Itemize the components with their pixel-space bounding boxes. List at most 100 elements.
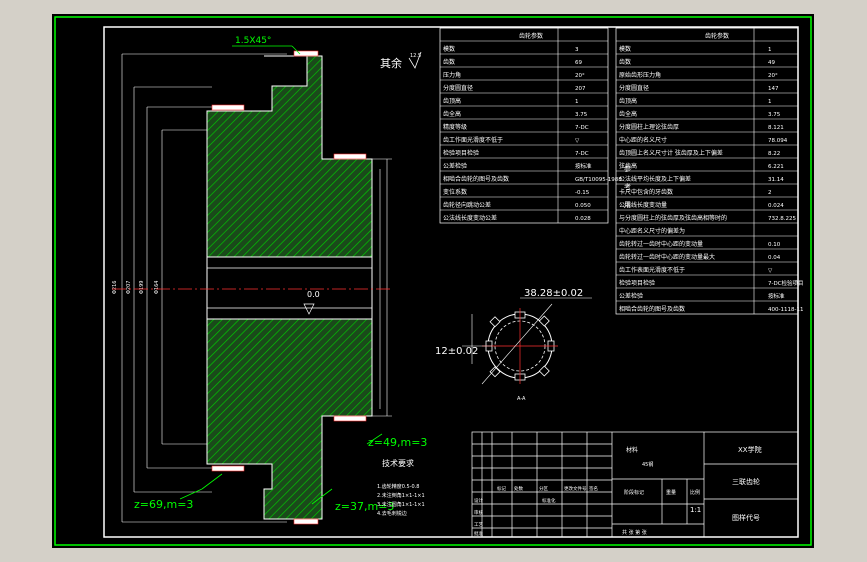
side-label: 考 (624, 183, 631, 191)
material: 45钢 (642, 461, 653, 468)
company: XX学院 (738, 445, 762, 454)
table-cell-value: ▽ (575, 138, 580, 144)
gear-label-z49: z=49,m=3 (368, 436, 427, 449)
table-cell-value: 147 (768, 86, 779, 92)
dim-spline-od: 38.28±0.02 (524, 288, 583, 299)
table-cell-label: 齿顶高 (443, 97, 461, 105)
table-cell-label: 相啮合齿轮的图号及齿数 (443, 175, 509, 183)
table-cell-value: 69 (575, 60, 582, 66)
table-cell-value: 7-DC检验项目 (768, 279, 804, 287)
table-cell-value: 0.04 (768, 255, 781, 261)
ratio-label: 比例 (690, 489, 700, 496)
table-cell-value: 7-DC (575, 151, 589, 157)
tech-line: 4.去毛刺锐边 (377, 510, 407, 517)
table-cell-value: 2 (768, 190, 772, 196)
table-cell-value: -0.15 (575, 190, 590, 196)
svg-text:工艺: 工艺 (474, 522, 483, 528)
table-cell-label: 齿全高 (443, 110, 461, 118)
drawing-no: 图样代号 (732, 513, 760, 522)
svg-text:Φ164: Φ164 (154, 281, 160, 294)
table-cell-value: 按标准 (768, 292, 785, 300)
stage-mark: 阶段标记 (624, 489, 644, 496)
parameter-table-2: 齿轮参数模数 1 齿数 49 原始齿形压力角 20° 分度圆直径 147 齿顶高 1 齿全高 3.75… (615, 27, 804, 315)
table-cell-label: 模数 (443, 45, 455, 53)
table-cell-label: 变位系数 (443, 188, 467, 196)
table-cell-value: 1 (768, 47, 772, 53)
table-cell-label: 分度圆直径 (443, 84, 473, 92)
table-cell-label: 原始齿形压力角 (619, 71, 661, 79)
table-cell-value: 78.094 (768, 138, 788, 144)
hole-label: 0.0 (307, 290, 320, 299)
table-cell-label: 齿数 (619, 58, 631, 66)
tech-title: 技术要求 (382, 458, 414, 468)
table-header: 齿轮参数 (705, 32, 729, 40)
table-cell-value: 3 (575, 47, 579, 53)
table-cell-label: 齿工作表面光滑度不低于 (619, 266, 685, 274)
table-cell-label: 模数 (619, 45, 631, 53)
table-cell-value: 20° (575, 73, 585, 79)
table-cell-value: 20° (768, 73, 778, 79)
svg-text:A-A: A-A (517, 396, 526, 402)
bore (206, 256, 373, 320)
table-cell-label: 公差检验 (443, 162, 467, 170)
chamfer-note: 1.5X45° (235, 36, 271, 46)
table-cell-label: 与分度圆柱上的弦齿厚及弦齿高相等时的 (619, 214, 727, 222)
svg-text:批准: 批准 (474, 530, 483, 537)
gear-label-z69: z=69,m=3 (134, 498, 193, 511)
material-label: 材料 (626, 446, 638, 454)
scale: 1:1 (690, 506, 701, 514)
parameter-table-1: 齿轮参数模数 3 齿数 69 压力角 20° 分度圆直径 207 齿顶高 1 齿全高 3.75 精度等级… (439, 27, 622, 224)
svg-text:标准化: 标准化 (542, 497, 556, 504)
table-cell-label: 相啮合齿轮的图号及齿数 (619, 305, 685, 313)
part-name: 三联齿轮 (732, 477, 760, 486)
table-cell-label: 公法线平均长度及上下偏差 (619, 175, 691, 183)
weight-label: 重量 (666, 489, 676, 496)
svg-text:审核: 审核 (474, 509, 483, 516)
table-cell-label: 精度等级 (443, 123, 467, 131)
table-cell-label: 齿轮径向跳动公差 (443, 201, 491, 209)
side-label: 参 (624, 164, 631, 173)
table-cell-value: 0.028 (575, 216, 591, 222)
table-cell-value: 31.14 (768, 177, 784, 183)
table-cell-label: 检验项目检验 (443, 149, 479, 157)
sheet-count: 共 张 第 张 (622, 529, 647, 536)
table-cell-value: 3.75 (768, 112, 781, 118)
svg-text:Φ216: Φ216 (112, 281, 118, 294)
svg-text:12.5: 12.5 (410, 53, 421, 59)
table-cell-value: 8.121 (768, 125, 784, 131)
side-label: 用 (624, 201, 631, 209)
table-cell-value: 0.050 (575, 203, 591, 209)
svg-text:设计: 设计 (474, 497, 483, 504)
outer-border (54, 16, 812, 546)
svg-text:分区: 分区 (539, 485, 548, 492)
table-cell-value: 0.10 (768, 242, 781, 248)
table-cell-label: 中心距的名义尺寸 (619, 136, 667, 144)
cad-drawing-sheet: Φ216 Φ207 Φ199 Φ164 1.5X45° 其余 12.5 0.0 … (52, 14, 814, 548)
table-cell-value: 207 (575, 86, 586, 92)
table-cell-label: 齿数 (443, 58, 455, 66)
svg-text:处数: 处数 (514, 485, 523, 492)
svg-text:签名: 签名 (589, 485, 598, 492)
gear-section-view: Φ216 Φ207 Φ199 Φ164 1.5X45° 其余 12.5 0.0 … (112, 36, 427, 525)
roughness-note: 其余 (380, 56, 402, 70)
table-cell-label: 齿工作面光滑度不低于 (443, 136, 503, 144)
table-cell-value: 8.22 (768, 151, 780, 157)
tech-line: 1.齿轮精度0.5-0.8 (377, 483, 419, 490)
tech-line: 3.未注圆角1×1-1×1 (377, 501, 425, 508)
table-cell-label: 齿轮转过一齿时中心距的变动量 (619, 240, 703, 248)
table-cell-label: 分度圆直径 (619, 84, 649, 92)
table-cell-value: 400-1118-11 (768, 307, 803, 313)
table-cell-label: 齿轮转过一齿时中心距的变动量最大 (619, 253, 715, 261)
svg-text:Φ207: Φ207 (126, 281, 132, 294)
table-cell-value: 1 (575, 99, 579, 105)
table-cell-label: 分度圆柱上理论弦齿厚 (619, 123, 679, 131)
table-header: 齿轮参数 (519, 32, 543, 40)
table-cell-label: 齿顶高 (619, 97, 637, 105)
table-cell-label: 公差检验 (619, 292, 643, 300)
table-cell-value: 49 (768, 60, 775, 66)
table-cell-value: 1 (768, 99, 772, 105)
table-cell-label: 中心距名义尺寸的偏差为 (619, 227, 685, 235)
title-block-text: 标记 处数 分区 更改文件号 签名 设计 审核 工艺 批准 标准化 材料 45钢… (474, 445, 762, 537)
table-cell-value: ▽ (768, 268, 773, 274)
table-cell-label: 齿全高 (619, 110, 637, 118)
